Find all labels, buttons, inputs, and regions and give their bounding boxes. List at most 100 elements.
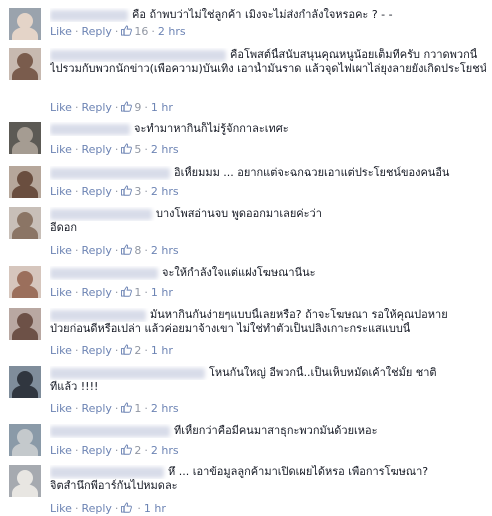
- author-name[interactable]: Manaporn Tangchitthaworncha: [50, 367, 205, 379]
- avatar[interactable]: [9, 8, 41, 40]
- avatar[interactable]: [9, 424, 41, 456]
- like-count[interactable]: 3: [121, 185, 141, 198]
- reply-link[interactable]: Reply: [81, 344, 111, 357]
- comment-text-continued: ป่วยก่อนดีหรือเปล่า แล้วค่อยมาจ้างเขา ไม…: [50, 322, 411, 335]
- like-count[interactable]: 5: [121, 143, 141, 156]
- like-link[interactable]: Like: [50, 25, 72, 38]
- comment-body: Chatchai kn aram ที่เหี้ยกว่าคือมีคนมาสาธ…: [50, 424, 486, 438]
- reply-link[interactable]: Reply: [81, 101, 111, 114]
- comment-text-continued: ที่แล้ว !!!!: [50, 380, 99, 393]
- reply-link[interactable]: Reply: [81, 444, 111, 457]
- like-count[interactable]: 8: [121, 244, 141, 257]
- comment-actions: Like · Reply · 8 · 2 hrs: [50, 244, 179, 257]
- thumbs-up-icon: [121, 344, 133, 355]
- comment-text: ที่เหี้ยกว่าคือมีคนมาสาธุกะพวกมันด้วยเหอ…: [174, 424, 378, 437]
- comment-actions: Like · Reply · 5 · 2 hrs: [50, 143, 179, 156]
- avatar[interactable]: [9, 207, 41, 239]
- timestamp[interactable]: 1 hr: [151, 286, 173, 299]
- comment-body: Moorntaida Zooo จะให้กำลังใจแต่แฝงโฆษณานี…: [50, 266, 486, 280]
- reply-link[interactable]: Reply: [81, 25, 111, 38]
- comment-actions: Like · Reply · 3 · 2 hrs: [50, 185, 179, 198]
- like-link[interactable]: Like: [50, 244, 72, 257]
- like-count[interactable]: 9: [121, 101, 141, 114]
- reply-link[interactable]: Reply: [81, 402, 111, 415]
- timestamp[interactable]: 1 hr: [144, 502, 166, 515]
- comment-text: โหนกันใหญ่ อีพวกนี้..เป็นเห็บหมัดเค้าใช่…: [209, 366, 437, 379]
- avatar[interactable]: [9, 465, 41, 497]
- comment-text: คือโพสต์นี้สนับสนุนคุณหนูน้อยเต็มที่ครับ…: [230, 48, 478, 61]
- author-name[interactable]: Muffy Noveffle: [50, 9, 128, 21]
- like-link[interactable]: Like: [50, 444, 72, 457]
- author-name[interactable]: Chonaim Tiphattai: [50, 208, 152, 220]
- comment-text: คือ ถ้าพบว่าไม่ใช่ลูกค้า เมิงจะไม่ส่งกำล…: [132, 8, 393, 21]
- timestamp[interactable]: 2 hrs: [151, 402, 179, 415]
- author-name[interactable]: Soo Pehlsdasoodle: [50, 466, 164, 478]
- avatar[interactable]: [9, 308, 41, 340]
- reply-link[interactable]: Reply: [81, 143, 111, 156]
- thumbs-up-icon: [121, 402, 133, 413]
- timestamp[interactable]: 2 hrs: [151, 143, 179, 156]
- author-name[interactable]: Chantara Nuchkasame: [50, 167, 170, 179]
- like-count[interactable]: 16: [121, 25, 148, 38]
- comment-text-continued: ไปรวมกับพวกนักข่าว(เพื่อความ)บันเทิง เอา…: [50, 62, 486, 75]
- timestamp[interactable]: 2 hrs: [151, 185, 179, 198]
- thumbs-up-icon: [121, 244, 133, 255]
- comment-body: Chantara Nuchkasame อิเหี้ยมมม ... อยากแต…: [50, 166, 486, 180]
- timestamp[interactable]: 1 hr: [151, 101, 173, 114]
- like-link[interactable]: Like: [50, 185, 72, 198]
- thumbs-up-icon: [121, 185, 133, 196]
- comment-text-continued: จิตสำนึกพีอาร์กันไปหมดละ: [50, 479, 178, 492]
- avatar[interactable]: [9, 366, 41, 398]
- comment-text: หึ ... เอาข้อมูลลูกค้ามาเปิดเผยได้หรอ เพ…: [168, 465, 429, 478]
- like-link[interactable]: Like: [50, 143, 72, 156]
- comment-body: ยินจ้ายังนิตยลีกูนกลา ไรยาฯ คือโพสต์นี้สน…: [50, 48, 486, 76]
- like-count[interactable]: 2: [121, 344, 141, 357]
- author-name[interactable]: Moorntaida Zooo: [50, 267, 158, 279]
- like-link[interactable]: Like: [50, 502, 72, 515]
- like-link[interactable]: Like: [50, 402, 72, 415]
- reply-link[interactable]: Reply: [81, 502, 111, 515]
- timestamp[interactable]: 2 hrs: [158, 25, 186, 38]
- timestamp[interactable]: 1 hr: [151, 344, 173, 357]
- timestamp[interactable]: 2 hrs: [151, 244, 179, 257]
- comment-text-continued: อีดอก: [50, 221, 78, 234]
- comment-actions: Like · Reply · 16 · 2 hrs: [50, 25, 186, 38]
- avatar[interactable]: [9, 166, 41, 198]
- comment-body: Kanokwan Pantil มันหากินกันง่ายๆแบบนี้เลย…: [50, 308, 486, 336]
- author-name[interactable]: Kanokwan Pantil: [50, 309, 146, 321]
- reply-link[interactable]: Reply: [81, 185, 111, 198]
- comment-body: Soo Pehlsdasoodle หึ ... เอาข้อมูลลูกค้าม…: [50, 465, 486, 493]
- like-link[interactable]: Like: [50, 101, 72, 114]
- author-name[interactable]: Chatchai kn aram: [50, 425, 170, 437]
- thumbs-up-icon: [121, 286, 133, 297]
- like-count[interactable]: 1: [121, 286, 141, 299]
- reply-link[interactable]: Reply: [81, 286, 111, 299]
- comment-actions: Like · Reply · 1 · 2 hrs: [50, 402, 179, 415]
- avatar[interactable]: [9, 122, 41, 154]
- like-count[interactable]: [121, 502, 134, 515]
- comment-list: Muffy Noveffle คือ ถ้าพบว่าไม่ใช่ลูกค้า เ…: [0, 0, 492, 515]
- comment-text: บางโพสอ่านจบ พูดออกมาเลยค่ะว่า: [156, 207, 322, 220]
- comment-body: Somchai Sa จะทำมาหากินก็ไม่รู้จักกาละเทศะ: [50, 122, 486, 136]
- comment-text: อิเหี้ยมมม ... อยากแต่จะฉกฉวยเอาแต่ประโย…: [174, 166, 450, 179]
- avatar[interactable]: [9, 48, 41, 80]
- comment-text: มันหากินกันง่ายๆแบบนี้เลยหรือ? ถ้าจะโฆษณ…: [150, 308, 448, 321]
- like-count[interactable]: 2: [121, 444, 141, 457]
- comment-text: จะให้กำลังใจแต่แฝงโฆษณานี่นะ: [162, 266, 316, 279]
- author-name[interactable]: Somchai Sa: [50, 123, 130, 135]
- comment-actions: Like · Reply · 2 · 2 hrs: [50, 444, 179, 457]
- like-count[interactable]: 1: [121, 402, 141, 415]
- reply-link[interactable]: Reply: [81, 244, 111, 257]
- like-link[interactable]: Like: [50, 344, 72, 357]
- comment-actions: Like · Reply · 2 · 1 hr: [50, 344, 173, 357]
- timestamp[interactable]: 2 hrs: [151, 444, 179, 457]
- comment-body: Manaporn Tangchitthaworncha โหนกันใหญ่ อี…: [50, 366, 486, 394]
- comment-actions: Like · Reply · · 1 hr: [50, 502, 166, 515]
- thumbs-up-icon: [121, 25, 133, 36]
- thumbs-up-icon: [121, 502, 133, 513]
- author-name[interactable]: ยินจ้ายังนิตยลีกูนกลา ไรยาฯ: [50, 49, 226, 61]
- comment-body: Chonaim Tiphattai บางโพสอ่านจบ พูดออกมาเล…: [50, 207, 486, 235]
- like-link[interactable]: Like: [50, 286, 72, 299]
- thumbs-up-icon: [121, 143, 133, 154]
- avatar[interactable]: [9, 266, 41, 298]
